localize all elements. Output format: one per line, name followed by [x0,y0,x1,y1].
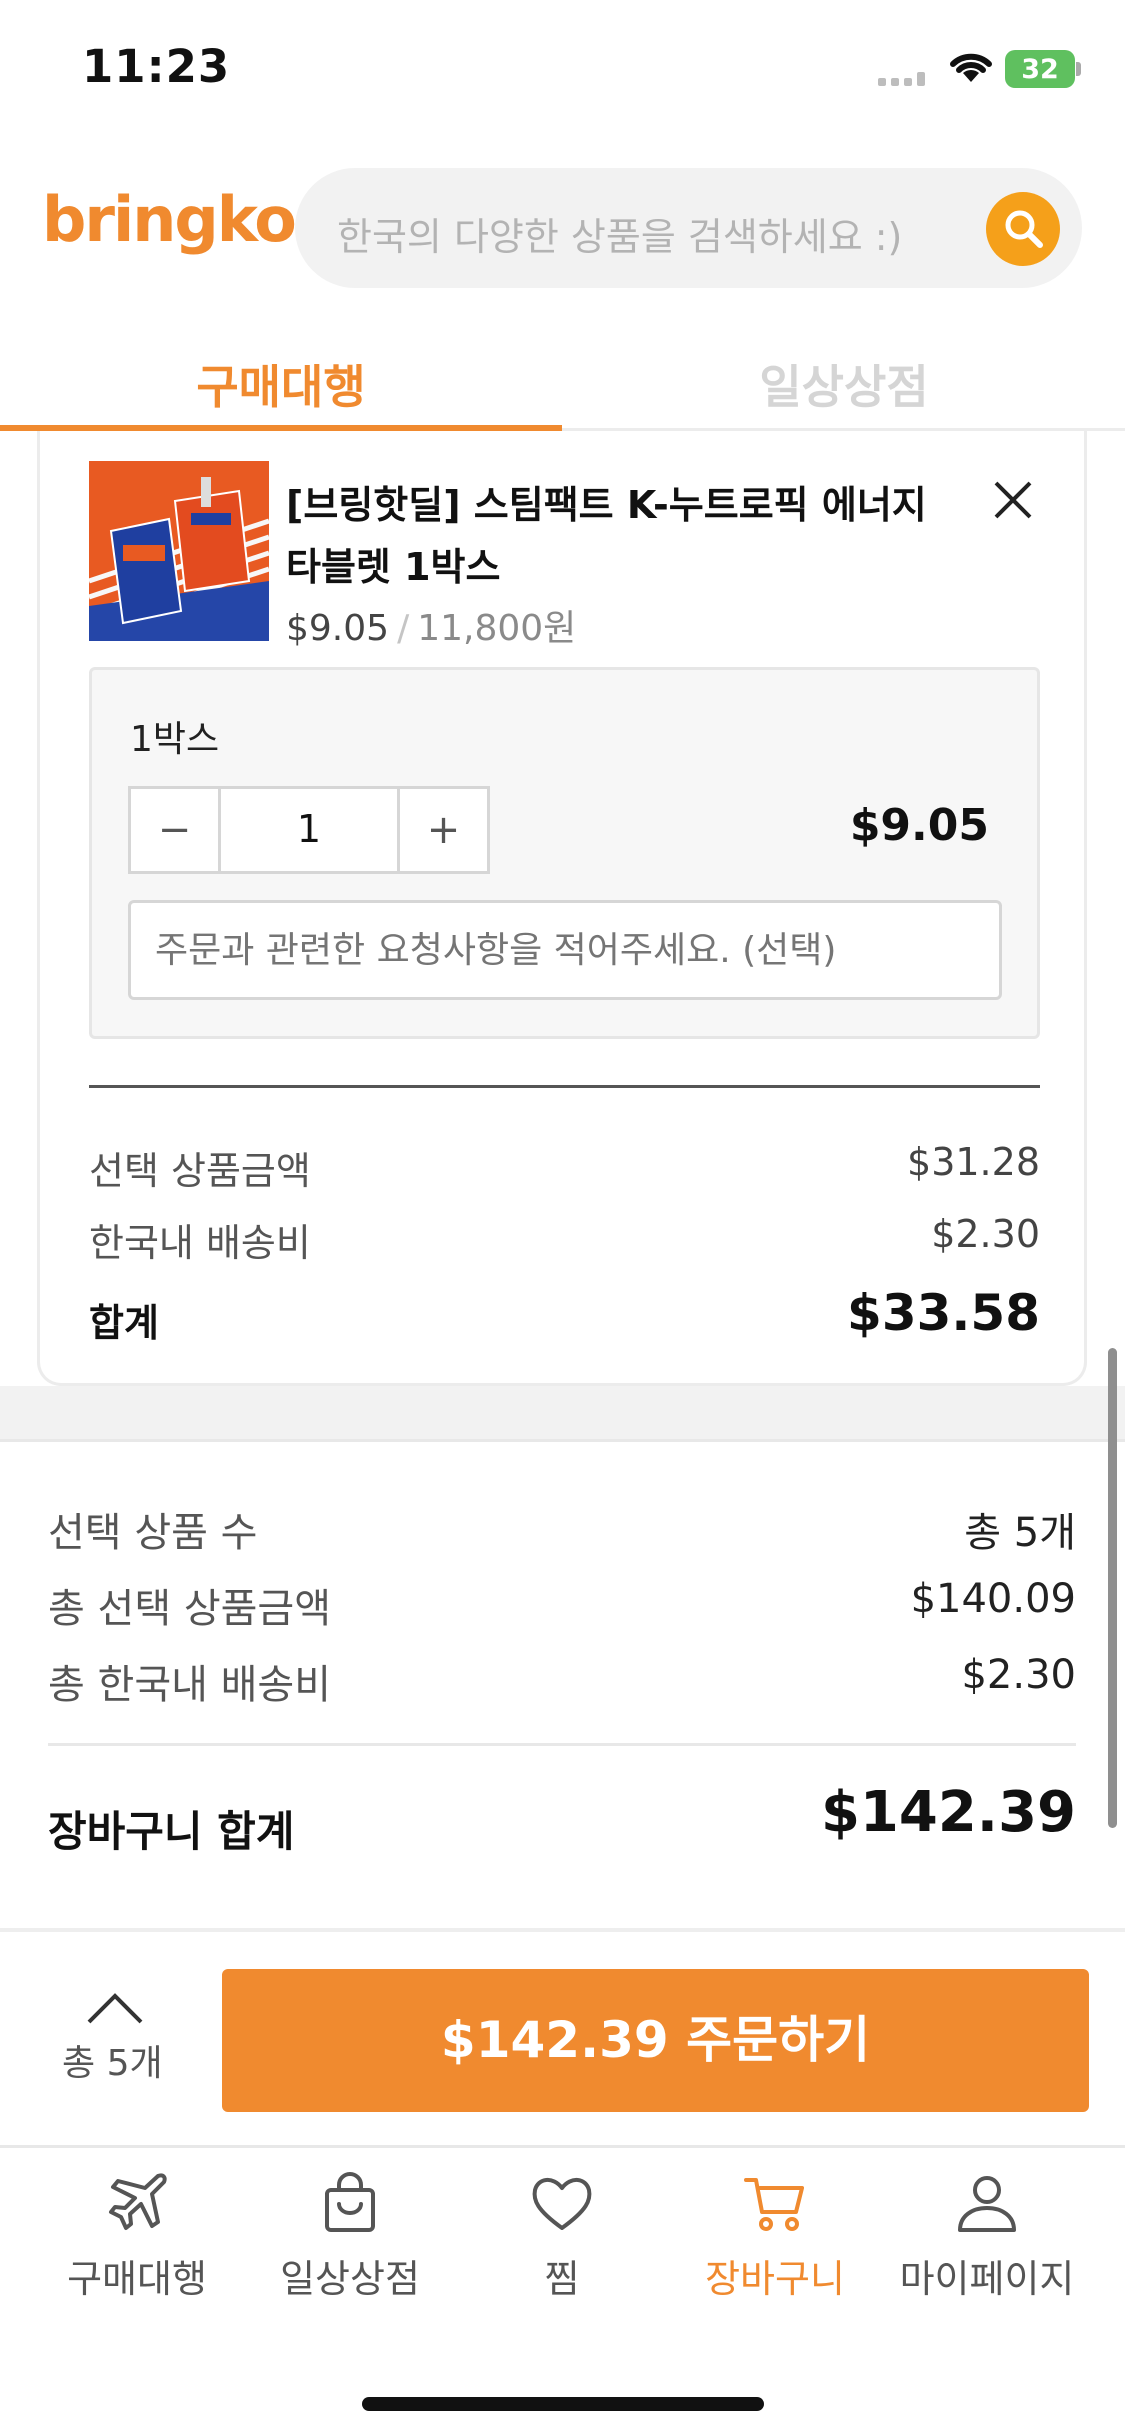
price-krw: 11,800원 [417,608,577,649]
person-icon [958,2176,1016,2232]
home-indicator [362,2397,764,2411]
divider [89,1085,1040,1088]
option-name: 1박스 [130,719,220,760]
summary-value: $31.28 [907,1140,1040,1184]
cart-icon [744,2178,804,2231]
total-label: 총 한국내 배송비 [48,1662,332,1708]
search-button[interactable] [986,192,1060,266]
cart-total-value: $142.39 [820,1780,1076,1845]
quantity-value[interactable]: 1 [221,789,397,871]
status-bar: 11:23 32 [0,0,1125,140]
summary-value: $33.58 [847,1284,1040,1342]
cart-total-label: 장바구니 합계 [48,1807,295,1856]
product-name[interactable]: [브링핫딜] 스팀팩트 K-누트로픽 에너지 타블렛 1박스 [286,474,966,598]
increase-quantity-button[interactable]: + [397,789,487,871]
tab-purchase-agency[interactable]: 구매대행 [0,335,562,431]
summary-label: 선택 상품금액 [89,1149,311,1193]
status-time: 11:23 [82,40,231,93]
price-separator: / [397,608,410,649]
quantity-stepper: − 1 + [128,786,490,874]
divider [0,2145,1125,2148]
order-request-input[interactable] [128,900,1002,1000]
total-amount-row: 총 선택 상품금액 $140.09 [48,1576,1076,1636]
heart-icon [532,2178,592,2230]
nav-my-page[interactable]: 마이페이지 [887,2168,1087,2328]
nav-label: 일상상점 [280,2257,420,2301]
nav-label: 장바구니 [705,2257,845,2301]
summary-value: $2.30 [931,1212,1040,1256]
product-price: $9.05/11,800원 [286,599,576,651]
cart-item-card: [브링핫딜] 스팀팩트 K-누트로픽 에너지 타블렛 1박스 $9.05/11,… [37,431,1087,1386]
cellular-signal-icon [878,72,925,86]
item-total-row: 합계 $33.58 [89,1284,1040,1352]
nav-wishlist[interactable]: 찜 [462,2168,662,2328]
item-count[interactable]: 총 5개 [62,2034,163,2086]
airplane-icon [109,2173,167,2230]
order-button[interactable]: $142.39 주문하기 [222,1969,1089,2112]
tab-daily-store[interactable]: 일상상점 [563,335,1125,431]
total-label: 총 선택 상품금액 [48,1586,332,1632]
search-icon [1005,210,1043,248]
battery-level: 32 [1021,54,1059,85]
total-value: $2.30 [961,1652,1076,1698]
nav-cart[interactable]: 장바구니 [675,2168,875,2328]
search-placeholder: 한국의 다양한 상품을 검색하세요 :) [337,215,903,259]
divider [0,1928,1125,1932]
nav-label: 찜 [544,2257,580,2301]
total-value: $140.09 [910,1576,1076,1622]
nav-purchase-agency[interactable]: 구매대행 [37,2168,237,2328]
chevron-up-icon[interactable] [85,1988,145,2028]
bringko-logo[interactable]: bringko [42,183,297,256]
remove-item-button[interactable] [990,477,1036,523]
shipping-fee-row: 한국내 배송비 $2.30 [89,1212,1040,1272]
scrollbar[interactable] [1108,1348,1117,1828]
divider [48,1743,1076,1746]
total-label: 선택 상품 수 [48,1510,258,1556]
battery-icon: 32 [1005,50,1081,88]
nav-label: 구매대행 [67,2257,207,2301]
total-value: 총 5개 [964,1510,1076,1556]
option-total-price: $9.05 [849,800,989,851]
shopping-bag-icon [325,2172,375,2232]
selected-amount-row: 선택 상품금액 $31.28 [89,1140,1040,1200]
nav-daily-store[interactable]: 일상상점 [250,2168,450,2328]
summary-label: 합계 [89,1301,159,1345]
product-thumbnail[interactable] [89,461,269,641]
option-box: 1박스 − 1 + $9.05 [89,667,1040,1039]
category-tabs: 구매대행 일상상점 [0,335,1125,431]
close-icon [994,481,1032,519]
search-input[interactable]: 한국의 다양한 상품을 검색하세요 :) [295,168,1082,288]
decrease-quantity-button[interactable]: − [131,789,221,871]
summary-label: 한국내 배송비 [89,1221,311,1265]
section-separator [0,1386,1125,1442]
price-usd: $9.05 [286,608,390,649]
selected-count-row: 선택 상품 수 총 5개 [48,1500,1076,1560]
nav-label: 마이페이지 [899,2257,1075,2301]
wifi-icon [950,53,992,82]
total-shipping-row: 총 한국내 배송비 $2.30 [48,1652,1076,1712]
